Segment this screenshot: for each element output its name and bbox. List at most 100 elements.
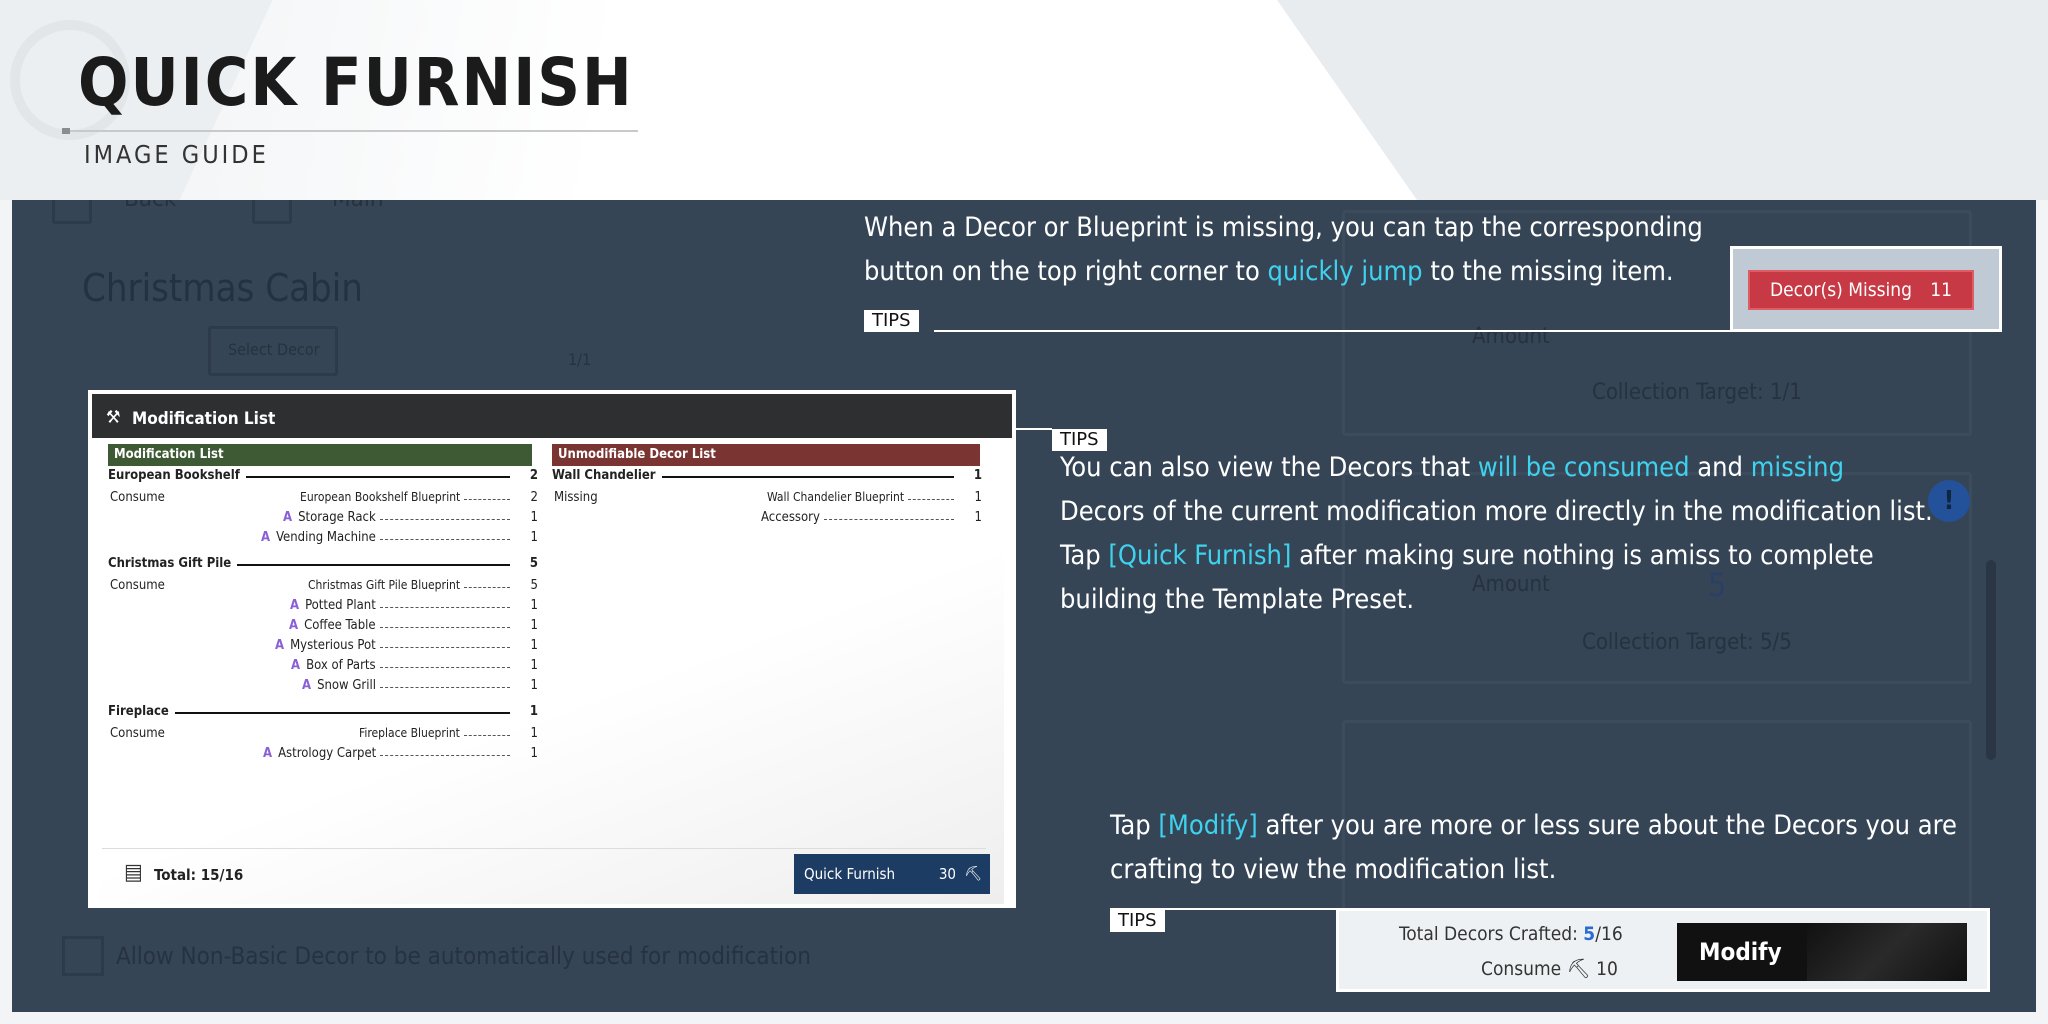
leader-dots	[380, 647, 510, 648]
info-icon[interactable]: !	[1928, 480, 1970, 522]
leader-dots	[464, 735, 510, 736]
collection-target: Collection Target: 1/1	[1592, 380, 1802, 405]
accessory-label: Vending Machine	[276, 530, 376, 545]
accessory-name: A Storage Rack	[283, 510, 376, 525]
accessory-mark-icon: A	[290, 598, 300, 613]
accessory-name: A Vending Machine	[261, 530, 376, 545]
decor-group-name: Fireplace	[108, 704, 169, 719]
accessory-label: Snow Grill	[317, 678, 376, 693]
leader-dots	[380, 687, 510, 688]
leader-dots	[380, 627, 510, 628]
leader-dots	[380, 667, 510, 668]
total-count: Total: 15/16	[154, 866, 244, 884]
tip-1-line: button on the top right corner to quickl…	[864, 256, 1674, 287]
slot-count: 1/1	[568, 350, 592, 369]
row-type-label: Consume	[110, 490, 165, 505]
collection-target: Collection Target: 5/5	[1582, 630, 1792, 655]
row-quantity: 1	[974, 510, 982, 525]
decor-missing-button[interactable]: Decor(s) Missing 11	[1748, 270, 1974, 310]
leader-dots	[380, 755, 510, 756]
unmodifiable-list-header: Unmodifiable Decor List	[552, 444, 980, 466]
tip-3-line: Tap [Modify] after you are more or less …	[1110, 810, 1958, 841]
tips-tag: TIPS	[1110, 910, 1165, 932]
decor-group-name: Wall Chandelier	[552, 468, 656, 483]
row-quantity: 5	[529, 556, 538, 571]
accessory-label: Potted Plant	[305, 598, 376, 613]
popup-title: Modification List	[132, 409, 276, 429]
home-button[interactable]	[252, 200, 292, 224]
amount-label: Amount	[1472, 324, 1550, 349]
tip-1-line: When a Decor or Blueprint is missing, yo…	[864, 212, 1703, 243]
tip-2-line: Decors of the current modification more …	[1060, 496, 1933, 527]
accessory-label: Mysterious Pot	[290, 638, 376, 653]
tip-leader-line	[934, 330, 1740, 332]
row-quantity: 1	[530, 598, 538, 613]
decor-missing-label: Decor(s) Missing	[1770, 279, 1912, 301]
accessory-name: A Mysterious Pot	[275, 638, 376, 653]
row-quantity: 1	[530, 726, 538, 741]
row-quantity: 1	[530, 530, 538, 545]
tips-tag: TIPS	[864, 310, 919, 332]
clipboard-icon: ▤	[124, 860, 143, 885]
row-type-label: Consume	[110, 726, 165, 741]
main-label: Main	[332, 200, 384, 212]
row-quantity: 1	[529, 704, 538, 719]
row-type-label: Consume	[110, 578, 165, 593]
decor-group-name: European Bookshelf	[108, 468, 240, 483]
popup-header: ⚒ Modification List	[92, 394, 1012, 438]
material-icon: ⛏	[1566, 958, 1591, 980]
decor-group-name: Christmas Gift Pile	[108, 556, 232, 571]
accessory-mark-icon: A	[261, 530, 271, 545]
group-divider	[246, 476, 510, 478]
screenshot-stage: Back Main Christmas Cabin Select Decor 1…	[12, 200, 2036, 1012]
leader-dots	[824, 519, 954, 520]
header-decoration	[1248, 0, 2048, 200]
guide-header: QUICK FURNISH IMAGE GUIDE	[0, 0, 2048, 200]
accessory-label: Coffee Table	[304, 618, 376, 633]
tip-3-line: crafting to view the modification list.	[1110, 854, 1557, 885]
accessory-mark-icon: A	[275, 638, 285, 653]
modify-consume: Consume ⛏ 10	[1481, 958, 1618, 980]
allow-non-basic-label: Allow Non-Basic Decor to be automaticall…	[116, 942, 811, 970]
row-quantity: 1	[974, 490, 982, 505]
accessory-mark-icon: A	[291, 658, 301, 673]
back-button[interactable]	[52, 200, 92, 224]
row-quantity: 1	[530, 510, 538, 525]
row-quantity: 1	[530, 658, 538, 673]
quick-furnish-button[interactable]: Quick Furnish 30 ⛏	[794, 854, 990, 894]
modification-list-header: Modification List	[108, 444, 532, 466]
accessory-label: Astrology Carpet	[278, 746, 377, 761]
popup-body: Modification List Unmodifiable Decor Lis…	[100, 438, 1004, 904]
quick-furnish-cost: 30	[938, 865, 956, 883]
accessory-name: A Snow Grill	[302, 678, 376, 693]
accessory-label: Storage Rack	[298, 510, 376, 525]
row-quantity: 1	[530, 638, 538, 653]
modify-panel: Total Decors Crafted: 5/16 Consume ⛏ 10 …	[1336, 908, 1990, 992]
scrollbar[interactable]	[1986, 560, 1996, 760]
modify-button[interactable]: Modify	[1677, 923, 1967, 981]
leader-dots	[380, 519, 510, 520]
blueprint-name: European Bookshelf Blueprint	[300, 490, 461, 504]
leader-dots	[380, 539, 510, 540]
hammer-icon: ⚒	[106, 407, 121, 428]
title-divider	[62, 130, 638, 132]
leader-dots	[464, 499, 510, 500]
accessory-mark-icon: A	[263, 746, 273, 761]
accessory-mark-icon: A	[302, 678, 312, 693]
accessory-label: Accessory	[761, 510, 820, 525]
row-quantity: 1	[973, 468, 982, 483]
allow-non-basic-checkbox[interactable]	[62, 936, 104, 976]
accessory-name: A Potted Plant	[290, 598, 376, 613]
accessory-mark-icon: A	[283, 510, 293, 525]
row-type-label: Missing	[554, 490, 598, 505]
tip-3-text: Tap [Modify] after you are more or less …	[1110, 804, 1957, 892]
blueprint-name: Fireplace Blueprint	[359, 726, 460, 740]
group-divider	[175, 712, 510, 714]
blueprint-name: Wall Chandelier Blueprint	[767, 490, 905, 504]
title-divider-marker	[62, 128, 70, 134]
accessory-name: A Coffee Table	[289, 618, 376, 633]
leader-dots	[464, 587, 510, 588]
material-icon: ⛏	[964, 866, 982, 882]
accessory-name: A Box of Parts	[291, 658, 376, 673]
accessory-name: Accessory	[761, 510, 820, 525]
